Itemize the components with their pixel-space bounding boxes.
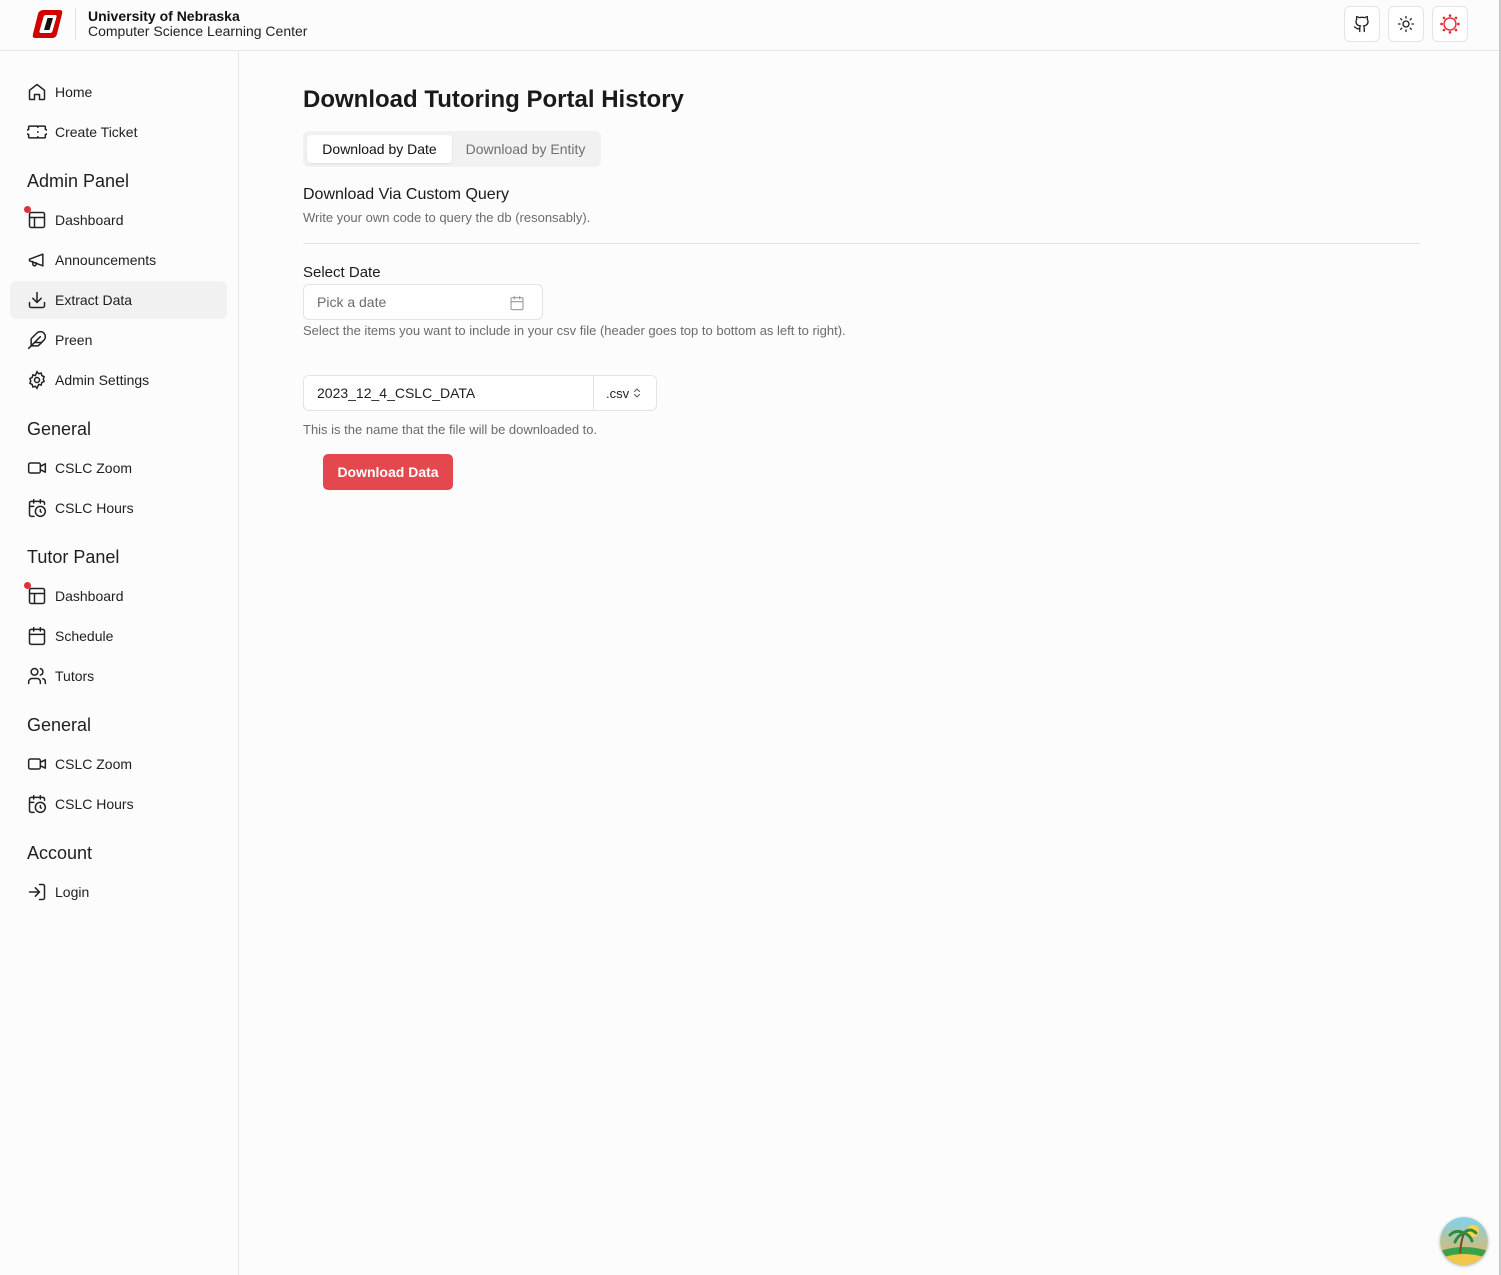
sidebar-item-schedule[interactable]: Schedule bbox=[10, 617, 227, 655]
github-button[interactable] bbox=[1344, 6, 1380, 42]
ticket-icon bbox=[27, 125, 47, 139]
download-data-button[interactable]: Download Data bbox=[323, 454, 453, 490]
filename-hint: This is the name that the file will be d… bbox=[303, 422, 598, 437]
sidebar-item-announcements[interactable]: Announcements bbox=[10, 241, 227, 279]
items-hint: Select the items you want to include in … bbox=[303, 323, 846, 338]
sidebar-item-admin-settings[interactable]: Admin Settings bbox=[10, 361, 227, 399]
university-logo[interactable] bbox=[30, 8, 64, 40]
sidebar-item-label: Admin Settings bbox=[55, 372, 150, 388]
sidebar-item-login[interactable]: Login bbox=[10, 873, 227, 911]
canvas-button[interactable] bbox=[1432, 6, 1468, 42]
section-title-tutor-panel: Tutor Panel bbox=[27, 547, 120, 567]
calendar-icon bbox=[28, 626, 46, 646]
sidebar-item-tutors[interactable]: Tutors bbox=[10, 657, 227, 695]
calendar-clock-icon bbox=[28, 794, 47, 814]
date-picker-button[interactable]: Pick a date bbox=[303, 284, 543, 320]
sidebar-item-label: Preen bbox=[55, 332, 93, 348]
sidebar-item-preen[interactable]: Preen bbox=[10, 321, 227, 359]
section-heading: Download Via Custom Query bbox=[303, 186, 510, 203]
github-icon bbox=[1353, 15, 1369, 33]
sidebar-item-home[interactable]: Home bbox=[10, 73, 227, 111]
brand-subtitle: Computer Science Learning Center bbox=[88, 23, 308, 39]
chevron-up-down-icon bbox=[634, 388, 641, 398]
section-description: Write your own code to query the db (res… bbox=[303, 210, 591, 225]
extension-value: .csv bbox=[606, 385, 630, 401]
gear-icon bbox=[28, 370, 46, 390]
sidebar-item-admin-dashboard[interactable]: Dashboard bbox=[10, 201, 227, 239]
sidebar-item-cslc-zoom[interactable]: CSLC Zoom bbox=[10, 449, 227, 487]
sidebar-item-create-ticket[interactable]: Create Ticket bbox=[10, 113, 227, 151]
sidebar-item-label: CSLC Zoom bbox=[55, 756, 133, 772]
users-icon bbox=[27, 667, 47, 685]
calendar-icon bbox=[510, 295, 524, 311]
filename-input[interactable]: 2023_12_4_CSLC_DATA bbox=[303, 375, 594, 411]
beach-avatar-icon bbox=[1440, 1217, 1488, 1265]
feather-icon bbox=[27, 330, 47, 350]
dashboard-icon bbox=[28, 211, 46, 229]
section-divider bbox=[303, 243, 1420, 244]
sidebar-item-label: Schedule bbox=[55, 628, 114, 644]
sidebar-item-extract-data[interactable]: Extract Data bbox=[10, 281, 227, 319]
tab-download-by-entity[interactable]: Download by Entity bbox=[453, 135, 598, 163]
sidebar-item-label: Dashboard bbox=[55, 212, 124, 228]
section-title-admin-panel: Admin Panel bbox=[27, 171, 130, 191]
megaphone-icon bbox=[28, 253, 44, 267]
notification-badge bbox=[24, 206, 31, 213]
assistant-avatar[interactable] bbox=[1440, 1217, 1488, 1265]
sidebar-item-label: Dashboard bbox=[55, 588, 124, 604]
dashboard-icon bbox=[28, 587, 46, 605]
sidebar-item-tutor-dashboard[interactable]: Dashboard bbox=[10, 577, 227, 615]
calendar-clock-icon bbox=[28, 498, 47, 518]
sidebar-item-label: Login bbox=[55, 884, 90, 900]
video-icon bbox=[27, 462, 47, 474]
sidebar-item-label: Home bbox=[55, 84, 93, 100]
video-icon bbox=[27, 758, 47, 770]
sidebar-item-label: Announcements bbox=[55, 252, 157, 268]
date-picker-placeholder: Pick a date bbox=[317, 294, 387, 310]
download-tabs: Download by Date Download by Entity bbox=[303, 131, 601, 167]
header-divider bbox=[75, 8, 76, 40]
sidebar-item-label: Create Ticket bbox=[55, 124, 138, 140]
theme-toggle-button[interactable] bbox=[1388, 6, 1424, 42]
sidebar-item-label: Tutors bbox=[55, 668, 95, 684]
tab-download-by-date[interactable]: Download by Date bbox=[307, 135, 452, 163]
select-date-label: Select Date bbox=[303, 264, 381, 281]
sun-icon bbox=[1397, 15, 1415, 33]
filename-value: 2023_12_4_CSLC_DATA bbox=[317, 385, 476, 401]
sidebar-item-cslc-zoom-2[interactable]: CSLC Zoom bbox=[10, 745, 227, 783]
extension-select[interactable]: .csv bbox=[593, 375, 657, 411]
section-title-general-2: General bbox=[27, 715, 92, 735]
home-icon bbox=[28, 83, 46, 101]
page-title: Download Tutoring Portal History bbox=[303, 86, 684, 113]
sidebar-item-cslc-hours[interactable]: CSLC Hours bbox=[10, 489, 227, 527]
download-icon bbox=[28, 291, 46, 309]
sidebar-item-label: CSLC Hours bbox=[55, 500, 134, 516]
top-header: University of Nebraska Computer Science … bbox=[0, 0, 1501, 51]
brand-title: University of Nebraska bbox=[88, 8, 240, 24]
login-icon bbox=[28, 883, 46, 901]
notification-badge bbox=[24, 582, 31, 589]
sidebar-item-label: CSLC Hours bbox=[55, 796, 134, 812]
section-title-general: General bbox=[27, 419, 92, 439]
sidebar-item-cslc-hours-2[interactable]: CSLC Hours bbox=[10, 785, 227, 823]
sidebar-item-label: CSLC Zoom bbox=[55, 460, 133, 476]
section-title-account: Account bbox=[27, 843, 93, 863]
sidebar-item-label: Extract Data bbox=[55, 292, 133, 308]
canvas-icon bbox=[1440, 14, 1460, 34]
